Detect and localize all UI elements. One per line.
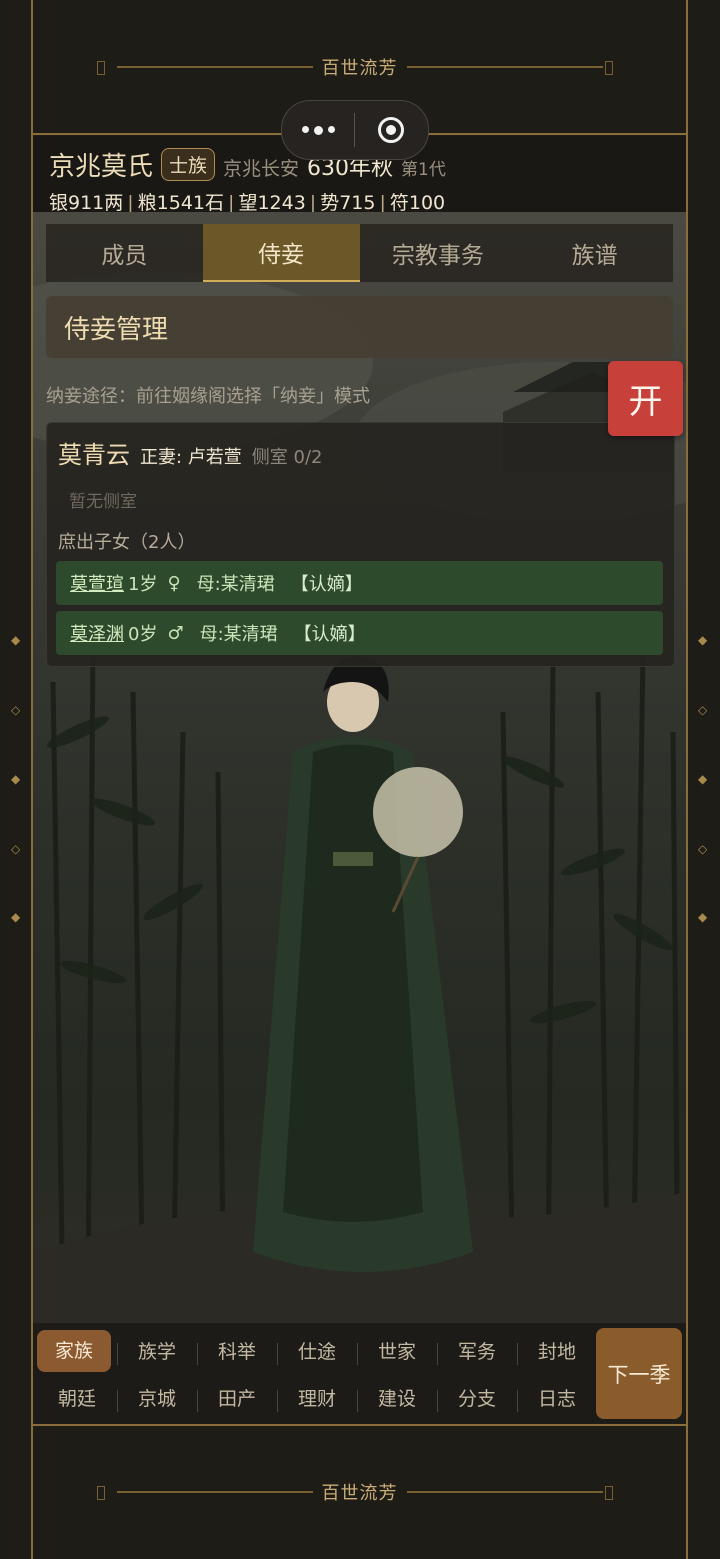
resource-separator: | bbox=[309, 192, 317, 214]
nav-noble-families[interactable]: 世家 bbox=[357, 1337, 437, 1365]
banner-cap-right bbox=[605, 1486, 613, 1500]
nav-career[interactable]: 仕途 bbox=[277, 1337, 357, 1365]
child-mother: 母:某清珺 bbox=[196, 574, 275, 595]
nav-family[interactable]: 家族 bbox=[37, 1329, 111, 1372]
child-age: 1岁 bbox=[128, 574, 158, 595]
rank-badge: 士族 bbox=[161, 148, 216, 181]
diamond-outline-ornament-icon: ◇ bbox=[11, 842, 21, 856]
banner-cap-right bbox=[605, 61, 613, 75]
banner-rule-left bbox=[117, 66, 313, 68]
diamond-ornament-icon: ◆ bbox=[698, 772, 708, 786]
resource-separator: | bbox=[379, 192, 386, 214]
banner-cap-left bbox=[97, 1486, 105, 1500]
tab-genealogy[interactable]: 族谱 bbox=[516, 224, 673, 282]
resource-bar: 银911两 | 粮1541石 | 望1243 | 势715 | 符100 bbox=[49, 188, 445, 215]
male-icon: ♂ bbox=[167, 622, 184, 644]
child-mother: 母:某清珺 bbox=[199, 624, 278, 645]
child-name[interactable]: 莫萱瑄 bbox=[70, 570, 124, 596]
more-button[interactable] bbox=[282, 101, 354, 159]
nav-farmland[interactable]: 田产 bbox=[197, 1384, 277, 1412]
spouse-text: 正妻: 卢若萱 bbox=[140, 447, 242, 468]
diamond-ornament-icon: ◆ bbox=[11, 633, 21, 647]
lady-figure bbox=[253, 656, 473, 1272]
miniprogram-capsule bbox=[281, 100, 429, 160]
nav-finance[interactable]: 理财 bbox=[277, 1384, 357, 1412]
no-concubine-text: 暂无侧室 bbox=[69, 492, 137, 512]
diamond-ornament-icon: ◆ bbox=[698, 910, 708, 924]
more-dots-icon bbox=[301, 125, 335, 135]
bottom-banner: 百世流芳 bbox=[33, 1477, 686, 1507]
resource-separator: | bbox=[127, 192, 134, 214]
female-icon: ♀ bbox=[167, 572, 181, 594]
child-name[interactable]: 莫泽渊 bbox=[70, 620, 124, 646]
banner-title: 百世流芳 bbox=[321, 1483, 398, 1504]
bottom-nav: 家族 族学 科举 仕途 世家 军务 封地 朝廷 京城 田产 理财 建设 分支 日… bbox=[33, 1323, 686, 1423]
close-button[interactable] bbox=[355, 101, 427, 159]
children-title: 庶出子女（2人） bbox=[58, 532, 196, 553]
nav-capital[interactable]: 京城 bbox=[117, 1384, 197, 1412]
banner-rule-left bbox=[117, 1491, 313, 1493]
child-row: 莫萱瑄 1岁 ♀ 母:某清珺 【认嫡】 bbox=[56, 561, 663, 605]
open-button[interactable]: 开 bbox=[608, 361, 683, 436]
nav-military[interactable]: 军务 bbox=[437, 1337, 517, 1365]
resource-prestige: 望1243 bbox=[238, 192, 306, 214]
next-season-button[interactable]: 下一季 bbox=[596, 1328, 682, 1419]
diamond-ornament-icon: ◆ bbox=[11, 772, 21, 786]
nav-exam[interactable]: 科举 bbox=[197, 1337, 277, 1365]
nav-row: 家族 族学 科举 仕途 世家 军务 封地 bbox=[37, 1327, 597, 1374]
concubine-count: 侧室 0/2 bbox=[251, 447, 323, 468]
family-name: 京兆莫氏 bbox=[49, 152, 154, 182]
resource-grain: 粮1541石 bbox=[137, 192, 225, 214]
frame-right-border bbox=[686, 0, 688, 1559]
resource-separator: | bbox=[228, 192, 235, 214]
banner-title: 百世流芳 bbox=[321, 58, 398, 79]
target-close-icon bbox=[378, 117, 404, 143]
resource-power: 势715 bbox=[320, 192, 376, 214]
top-banner: 百世流芳 bbox=[33, 52, 686, 82]
member-card: 莫青云 正妻: 卢若萱 侧室 0/2 暂无侧室 庶出子女（2人） 莫萱瑄 1岁 … bbox=[46, 422, 675, 667]
member-name[interactable]: 莫青云 bbox=[58, 435, 130, 470]
diamond-ornament-icon: ◆ bbox=[698, 633, 708, 647]
banner-rule-right bbox=[407, 66, 603, 68]
child-age: 0岁 bbox=[128, 624, 158, 645]
nav-branch[interactable]: 分支 bbox=[437, 1384, 517, 1412]
main-scene: 成员 侍妾 宗教事务 族谱 侍妾管理 纳妾途径：前往姻缘阁选择「纳妾」模式 莫青… bbox=[33, 212, 686, 1323]
diamond-outline-ornament-icon: ◇ bbox=[698, 703, 708, 717]
legitimize-button[interactable]: 【认嫡】 bbox=[291, 570, 363, 596]
nav-construction[interactable]: 建设 bbox=[357, 1384, 437, 1412]
nav-row: 朝廷 京城 田产 理财 建设 分支 日志 bbox=[37, 1374, 597, 1421]
resource-silver: 银911两 bbox=[49, 192, 124, 214]
banner-rule-right bbox=[407, 1491, 603, 1493]
banner-cap-left bbox=[97, 61, 105, 75]
concubine-hint: 纳妾途径：前往姻缘阁选择「纳妾」模式 bbox=[46, 386, 370, 407]
panel-title: 侍妾管理 bbox=[46, 296, 673, 358]
resource-talisman: 符100 bbox=[389, 192, 446, 214]
nav-log[interactable]: 日志 bbox=[517, 1384, 597, 1412]
tab-concubines[interactable]: 侍妾 bbox=[202, 224, 360, 282]
diamond-outline-ornament-icon: ◇ bbox=[11, 703, 21, 717]
ink-painting-background bbox=[33, 272, 686, 1323]
nav-fief[interactable]: 封地 bbox=[517, 1337, 597, 1365]
tab-religion[interactable]: 宗教事务 bbox=[360, 224, 517, 282]
nav-court[interactable]: 朝廷 bbox=[37, 1384, 117, 1411]
legitimize-button[interactable]: 【认嫡】 bbox=[294, 620, 366, 646]
tab-bar: 成员 侍妾 宗教事务 族谱 bbox=[46, 224, 673, 282]
frame-bottom-divider bbox=[31, 1424, 688, 1426]
diamond-outline-ornament-icon: ◇ bbox=[698, 842, 708, 856]
child-row: 莫泽渊 0岁 ♂ 母:某清珺 【认嫡】 bbox=[56, 611, 663, 655]
diamond-ornament-icon: ◆ bbox=[11, 910, 21, 924]
tab-members[interactable]: 成员 bbox=[46, 224, 203, 282]
nav-clan-school[interactable]: 族学 bbox=[117, 1337, 197, 1365]
